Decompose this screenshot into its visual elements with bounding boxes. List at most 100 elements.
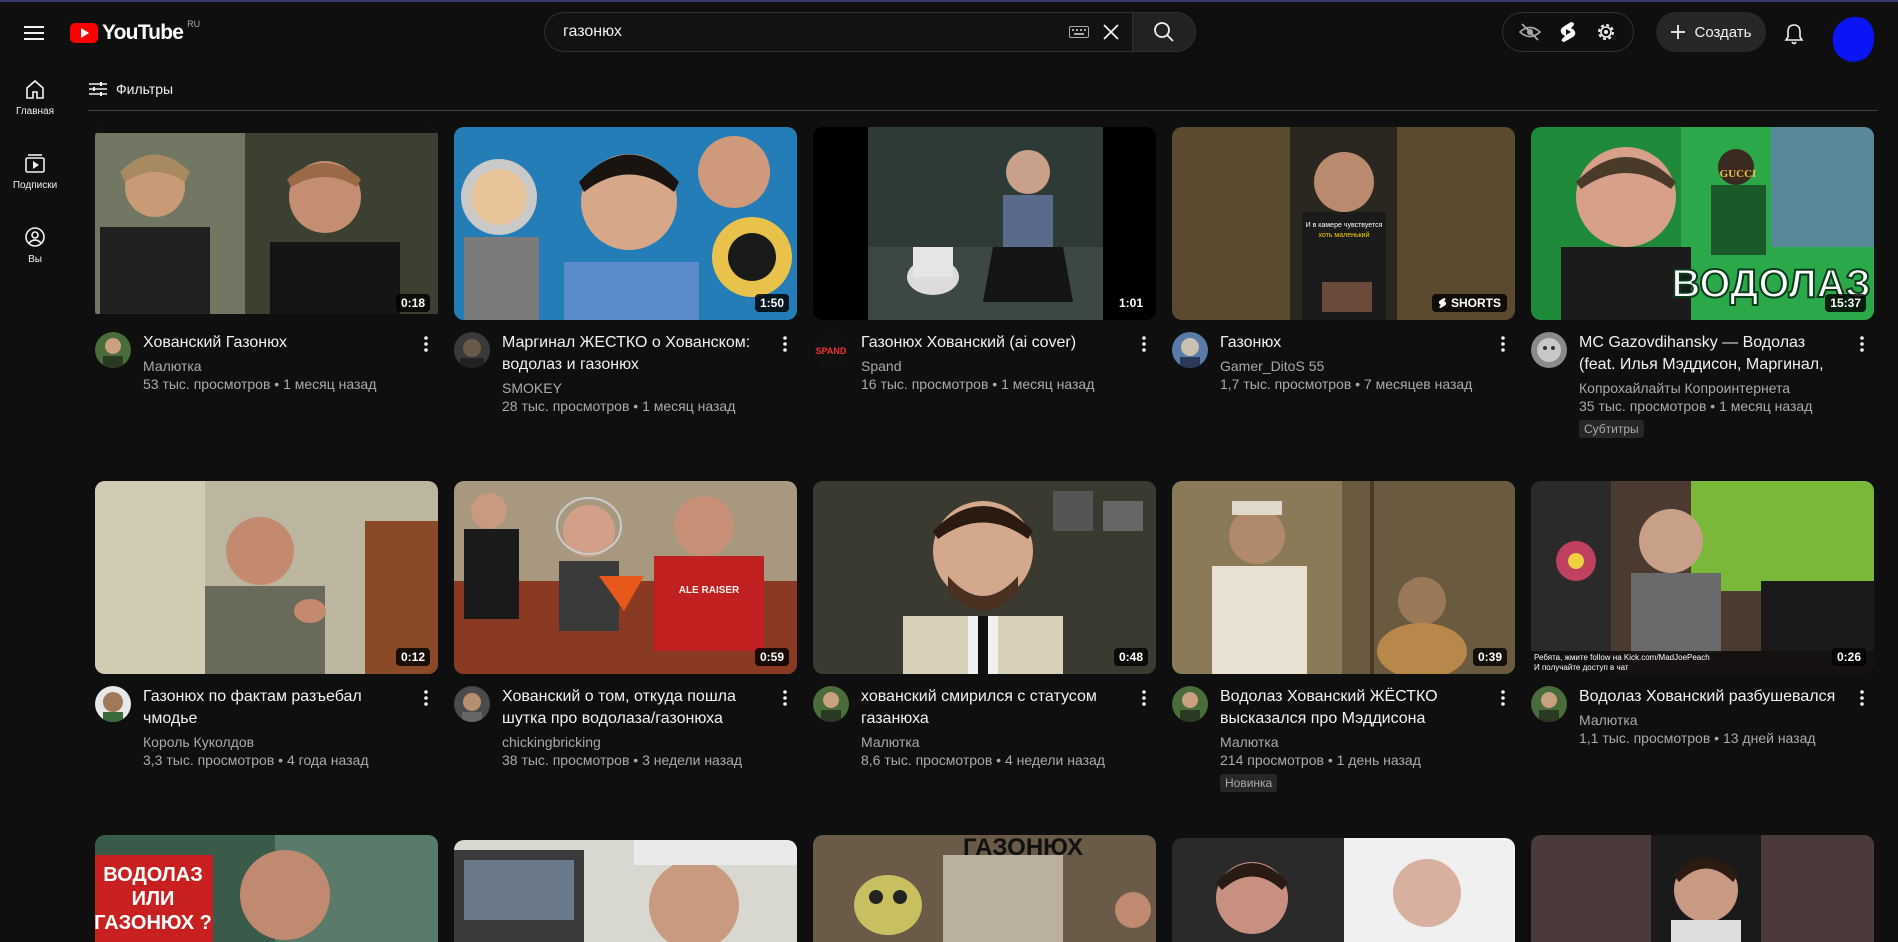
video-duration: 0:18 (395, 294, 430, 312)
video-title[interactable]: Водолаз Хованский ЖЁСТКО высказался про … (1220, 686, 1480, 730)
video-meta: MC Gazovdihansky — Водолаз (feat. Илья М… (1531, 332, 1874, 438)
sidebar-item-subscriptions[interactable]: Подписки (0, 136, 70, 210)
channel-name[interactable]: Малютка (143, 358, 403, 374)
close-icon (1103, 24, 1119, 40)
video-card (454, 840, 797, 942)
menu-button[interactable] (18, 17, 50, 49)
video-title[interactable]: Газонюх по фактам разъебал чмодье (143, 686, 403, 730)
channel-name[interactable]: Spand (861, 358, 1121, 374)
channel-name[interactable]: Малютка (1220, 734, 1480, 750)
video-stats: 214 просмотров • 1 день назад (1220, 752, 1421, 768)
video-thumbnail[interactable]: GUCCI ВОДОЛАЗ 15:37 (1531, 127, 1874, 320)
shorts-icon (1560, 22, 1576, 42)
channel-avatar[interactable] (1172, 686, 1208, 722)
video-thumbnail[interactable]: 1:50 (454, 127, 797, 320)
bell-icon (1784, 24, 1804, 45)
video-thumbnail[interactable] (1531, 835, 1874, 942)
more-options-button[interactable] (773, 332, 797, 356)
video-thumbnail[interactable]: 0:18 (95, 127, 438, 320)
video-title[interactable]: Газонюх (1220, 332, 1480, 354)
channel-avatar[interactable]: SPAND (813, 332, 849, 368)
video-thumbnail[interactable]: ALE RAISER 0:59 (454, 481, 797, 674)
video-title[interactable]: MC Gazovdihansky — Водолаз (feat. Илья М… (1579, 332, 1839, 376)
search-icon (1154, 22, 1174, 42)
channel-name[interactable]: Король Куколдов (143, 734, 403, 750)
youtube-logo[interactable]: YouTube RU (70, 19, 200, 46)
video-card: Ребята, жмите follow на Kick.com/MadJoeP… (1531, 481, 1874, 746)
video-title[interactable]: хованский смирился с статусом газанюха (861, 686, 1121, 730)
video-title[interactable]: Маргинал ЖЕСТКО о Хованском: водолаз и г… (502, 332, 762, 376)
video-thumbnail[interactable] (1172, 838, 1515, 942)
more-options-button[interactable] (1850, 332, 1874, 356)
settings-button[interactable] (1590, 16, 1622, 48)
video-thumbnail[interactable] (454, 840, 797, 942)
video-stats: 38 тыс. просмотров • 3 недели назад (502, 752, 743, 768)
sidebar-item-you[interactable]: Вы (0, 210, 70, 284)
more-options-button[interactable] (1491, 686, 1515, 710)
search-input[interactable] (563, 23, 1068, 41)
channel-avatar[interactable] (813, 686, 849, 722)
logo-wordmark: YouTube (102, 21, 184, 44)
video-meta: SPAND Газонюх Хованский (ai cover) Spand… (813, 332, 1156, 392)
keyboard-icon[interactable] (1068, 25, 1090, 39)
more-options-button[interactable] (773, 686, 797, 710)
home-icon (26, 79, 44, 99)
channel-avatar[interactable] (454, 332, 490, 368)
thumb-caption: хоть маленький (1318, 231, 1369, 239)
video-thumbnail[interactable]: ВОДОЛАЗ ИЛИ ГАЗОНЮХ ? (95, 835, 438, 942)
channel-name[interactable]: Gamer_DitoS 55 (1220, 358, 1480, 374)
video-thumbnail[interactable]: 0:48 (813, 481, 1156, 674)
sidebar-item-home[interactable]: Главная (0, 62, 70, 136)
more-options-button[interactable] (1491, 332, 1515, 356)
more-options-button[interactable] (1850, 686, 1874, 710)
kebab-icon (783, 690, 787, 706)
kebab-icon (1860, 336, 1864, 352)
video-card: 0:48 хованский смирился с статусом газан… (813, 481, 1156, 768)
video-meta: Водолаз Хованский ЖЁСТКО высказался про … (1172, 686, 1515, 792)
video-title[interactable]: Водолаз Хованский разбушевался (1579, 686, 1839, 708)
channel-name[interactable]: SMOKEY (502, 380, 762, 396)
video-duration: 0:26 (1831, 648, 1866, 666)
video-thumbnail[interactable]: И в камере чувствуется хоть маленький SH… (1172, 127, 1515, 320)
video-title[interactable]: Хованский о том, откуда пошла шутка про … (502, 686, 762, 730)
kebab-icon (1860, 690, 1864, 706)
video-thumbnail[interactable]: 1:01 (813, 127, 1156, 320)
channel-name[interactable]: Копрохайлайты Копроинтернета (1579, 380, 1839, 396)
plus-icon (1671, 25, 1686, 39)
video-card: И в камере чувствуется хоть маленький SH… (1172, 127, 1515, 392)
search-box (544, 12, 1132, 52)
channel-avatar[interactable] (1531, 332, 1567, 368)
channel-name[interactable]: chickingbricking (502, 734, 762, 750)
search-button[interactable] (1132, 12, 1196, 52)
sidebar-item-label: Главная (15, 106, 55, 117)
channel-name[interactable]: Малютка (1579, 712, 1839, 728)
filters-button[interactable]: Фильтры (88, 80, 173, 98)
new-badge: Новинка (1220, 774, 1278, 792)
hide-eye-button[interactable] (1514, 16, 1546, 48)
more-options-button[interactable] (1132, 332, 1156, 356)
more-options-button[interactable] (1132, 686, 1156, 710)
video-title[interactable]: Хованский Газонюх (143, 332, 403, 354)
clear-search-button[interactable] (1096, 17, 1126, 47)
channel-avatar[interactable] (95, 686, 131, 722)
account-avatar[interactable] (1831, 14, 1877, 64)
notifications-button[interactable] (1776, 16, 1812, 52)
video-title[interactable]: Газонюх Хованский (ai cover) (861, 332, 1121, 354)
video-stats: 35 тыс. просмотров • 1 месяц назад (1579, 398, 1813, 414)
create-button[interactable]: Создать (1656, 12, 1766, 52)
channel-name[interactable]: Малютка (861, 734, 1121, 750)
video-thumbnail[interactable]: ГАЗОНЮХ (813, 835, 1156, 942)
channel-avatar[interactable] (454, 686, 490, 722)
more-options-button[interactable] (414, 686, 438, 710)
channel-avatar[interactable] (95, 332, 131, 368)
thumb-brand: GUCCI (1720, 168, 1757, 180)
more-options-button[interactable] (414, 332, 438, 356)
shorts-toggle-button[interactable] (1552, 16, 1584, 48)
video-card: ALE RAISER 0:59 Хованский о том, откуда … (454, 481, 797, 768)
video-thumbnail[interactable]: Ребята, жмите follow на Kick.com/MadJoeP… (1531, 481, 1874, 674)
channel-avatar[interactable] (1531, 686, 1567, 722)
channel-avatar[interactable] (1172, 332, 1208, 368)
video-thumbnail[interactable]: 0:12 (95, 481, 438, 674)
video-card: 0:39 Водолаз Хованский ЖЁСТКО высказался… (1172, 481, 1515, 792)
video-thumbnail[interactable]: 0:39 (1172, 481, 1515, 674)
